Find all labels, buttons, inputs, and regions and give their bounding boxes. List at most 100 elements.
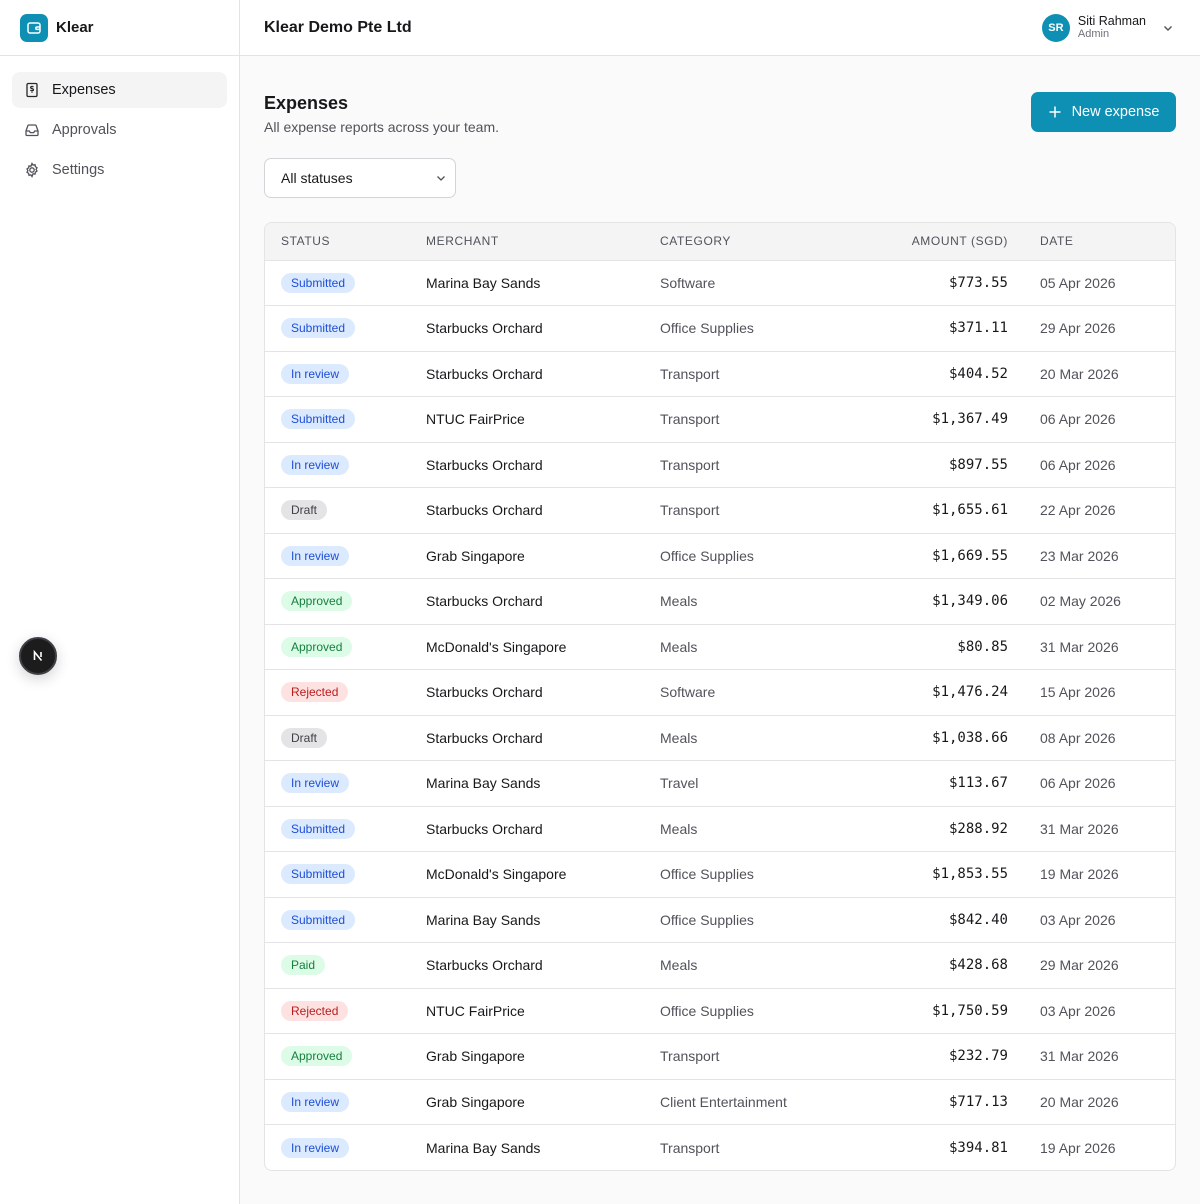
amount-cell: $428.68 (948, 957, 1008, 974)
table-row[interactable]: Paid Starbucks Orchard Meals $428.68 29 Mar … (265, 942, 1175, 989)
page-title: Expenses (264, 93, 349, 113)
table-row[interactable]: Approved McDonald's Singapore Meals $80.85 3… (265, 624, 1175, 670)
category-cell: Meals (660, 820, 698, 837)
dev-tools-badge[interactable] (19, 637, 57, 675)
next-logo-icon (33, 649, 43, 662)
wallet-icon (20, 13, 48, 42)
org-name: Klear Demo Pte Ltd (264, 18, 412, 36)
table-row[interactable]: Approved Starbucks Orchard Meals $1,349.06 0… (265, 578, 1175, 625)
sidebar-item-approvals[interactable]: Approvals (12, 112, 227, 148)
status-badge: In review (281, 1137, 350, 1158)
table-row[interactable]: In review Starbucks Orchard Transport $404.… (265, 351, 1175, 397)
user-name: Siti Rahman (1077, 13, 1146, 28)
category-cell: Transport (660, 365, 720, 382)
category-cell: Client Entertainment (660, 1093, 787, 1110)
receipt-icon (24, 82, 40, 98)
status-badge: Submitted (281, 818, 356, 839)
amount-cell: $1,853.55 (932, 866, 1008, 883)
new-expense-button[interactable]: New expense (1031, 92, 1176, 132)
status-cell: Rejected (265, 670, 410, 716)
amount-cell: $394.81 (948, 1139, 1008, 1156)
table-row[interactable]: Rejected Starbucks Orchard Software $1,476.… (265, 669, 1175, 716)
chevron-down-icon (1160, 20, 1176, 36)
column-header-category: CATEGORY (660, 234, 732, 249)
table-row[interactable]: In review Marina Bay Sands Travel $113.67 06… (265, 760, 1175, 807)
plus-icon (1049, 106, 1061, 118)
merchant-cell: Marina Bay Sands (426, 775, 541, 792)
new-expense-label: New expense (1071, 104, 1160, 120)
amount-cell: $1,349.06 (932, 593, 1008, 610)
table-row[interactable]: Submitted Marina Bay Sands Office Supplies… (265, 897, 1175, 943)
sidebar-item-label: Approvals (52, 122, 117, 138)
category-cell: Office Supplies (660, 1002, 754, 1019)
amount-cell: $371.11 (948, 320, 1008, 337)
category-cell: Meals (660, 593, 698, 610)
amount-cell: $1,476.24 (932, 684, 1008, 701)
category-cell: Transport (660, 456, 720, 473)
sidebar-item-expenses[interactable]: Expenses (12, 72, 227, 108)
status-cell: In review (265, 442, 410, 488)
date-cell: 08 Apr 2026 (1040, 729, 1116, 746)
table-row[interactable]: Submitted Starbucks Orchard Meals $288.92 31… (265, 806, 1175, 852)
table-row[interactable]: In review Grab Singapore Client Entertainm… (265, 1079, 1175, 1125)
merchant-cell: Starbucks Orchard (426, 502, 543, 519)
merchant-cell: Starbucks Orchard (426, 820, 543, 837)
page-subtitle: All expense reports across your team. (264, 119, 499, 135)
table-row[interactable]: In review Marina Bay Sands Transport $394.8… (265, 1124, 1175, 1171)
user-menu[interactable]: SR Siti Rahman Admin (1041, 13, 1176, 42)
merchant-cell: Starbucks Orchard (426, 957, 543, 974)
amount-cell: $773.55 (948, 274, 1008, 291)
category-cell: Office Supplies (660, 547, 754, 564)
table-row[interactable]: Submitted McDonald's Singapore Office Supp… (265, 851, 1175, 898)
column-header-status: STATUS (281, 234, 331, 249)
amount-cell: $80.85 (957, 638, 1008, 655)
merchant-cell: NTUC FairPrice (426, 411, 525, 428)
status-badge: Approved (281, 1046, 353, 1067)
table-row[interactable]: Draft Starbucks Orchard Meals $1,038.66 08 A… (265, 715, 1175, 761)
status-badge: Paid (281, 955, 326, 976)
status-filter-select[interactable]: All statuses (264, 158, 456, 198)
date-cell: 31 Mar 2026 (1040, 820, 1119, 837)
brand[interactable]: Klear (0, 0, 239, 56)
table-row[interactable]: Submitted Starbucks Orchard Office Supplie… (265, 305, 1175, 352)
table-row[interactable]: In review Grab Singapore Office Supplies $1… (265, 533, 1175, 579)
status-cell: In review (265, 351, 410, 397)
status-badge: In review (281, 1091, 350, 1112)
column-header-merchant: MERCHANT (426, 234, 499, 249)
date-cell: 23 Mar 2026 (1040, 547, 1119, 564)
status-cell: Submitted (265, 897, 410, 943)
status-badge: Submitted (281, 909, 356, 930)
status-cell: In review (265, 761, 410, 807)
table-row[interactable]: Approved Grab Singapore Transport $232.79 31… (265, 1033, 1175, 1080)
merchant-cell: Grab Singapore (426, 1093, 525, 1110)
status-badge: Approved (281, 591, 353, 612)
table-row[interactable]: Draft Starbucks Orchard Transport $1,655.61… (265, 487, 1175, 534)
category-cell: Meals (660, 729, 698, 746)
status-cell: Draft (265, 488, 410, 534)
table-row[interactable]: Submitted Marina Bay Sands Software $773.55… (265, 260, 1175, 306)
merchant-cell: Marina Bay Sands (426, 1139, 541, 1156)
merchant-cell: Grab Singapore (426, 1048, 525, 1065)
table-row[interactable]: In review Starbucks Orchard Transport $897.… (265, 442, 1175, 488)
status-badge: Submitted (281, 318, 356, 339)
table-row[interactable]: Submitted NTUC FairPrice Transport $1,367.4… (265, 396, 1175, 443)
status-cell: In review (265, 1125, 410, 1171)
expenses-table: STATUS MERCHANT CATEGORY AMOUNT (SGD) DA… (264, 222, 1176, 1171)
date-cell: 31 Mar 2026 (1040, 1048, 1119, 1065)
category-cell: Transport (660, 1139, 720, 1156)
sidebar-nav: Expenses Approvals Settings (0, 56, 239, 204)
status-badge: Rejected (281, 1000, 349, 1021)
gear-icon (24, 162, 40, 178)
amount-cell: $404.52 (948, 365, 1008, 382)
amount-cell: $842.40 (948, 911, 1008, 928)
category-cell: Office Supplies (660, 911, 754, 928)
merchant-cell: Starbucks Orchard (426, 729, 543, 746)
status-badge: Submitted (281, 409, 356, 430)
sidebar-item-settings[interactable]: Settings (12, 152, 227, 188)
main-content: Expenses All expense reports across your… (264, 56, 1176, 1171)
merchant-cell: Starbucks Orchard (426, 320, 543, 337)
table-row[interactable]: Rejected NTUC FairPrice Office Supplies $1,… (265, 988, 1175, 1034)
category-cell: Transport (660, 411, 720, 428)
date-cell: 02 May 2026 (1040, 593, 1121, 610)
amount-cell: $1,669.55 (932, 547, 1008, 564)
